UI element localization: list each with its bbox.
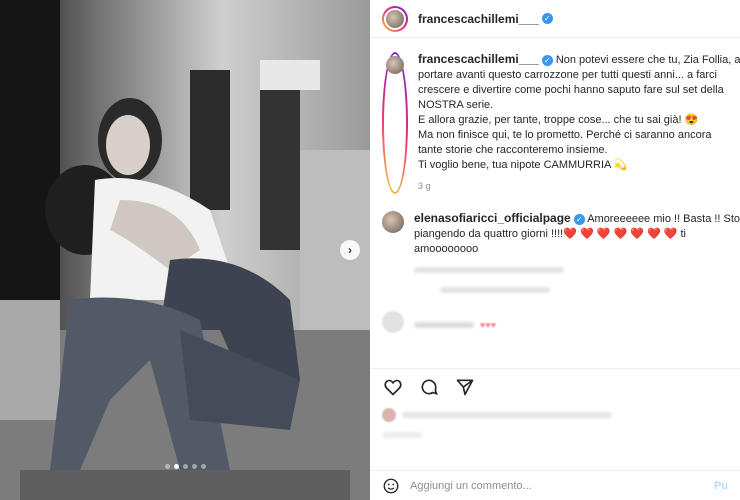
heart-icon <box>384 379 402 396</box>
blurred-view-replies[interactable] <box>440 287 550 293</box>
avatar[interactable] <box>382 211 404 233</box>
caption-timestamp: 3 g <box>418 181 431 191</box>
comment-username[interactable]: elenasofiaricci_officialpage <box>414 211 571 225</box>
caption-username[interactable]: francescachillemi___ <box>418 52 539 66</box>
post-header: francescachillemi___ ✓ <box>370 0 740 38</box>
caption-line: crescere e divertire come pochi hanno sa… <box>418 84 724 96</box>
comment-icon <box>421 378 438 395</box>
carousel-dot <box>164 464 170 469</box>
caption-line: NOSTRA serie. <box>418 99 494 111</box>
blurred-liked-by <box>402 412 612 418</box>
caption-line: portare avanti questo carrozzone per tut… <box>418 69 717 81</box>
caption-line: Ti voglio bene, tua nipote CAMMURRIA 💫 <box>418 159 628 171</box>
share-button[interactable] <box>454 376 476 398</box>
caption-line: Ma non finisce qui, te lo prometto. Perc… <box>418 129 712 141</box>
blurred-comment-item: ♥♥♥ <box>382 311 728 333</box>
smiley-icon[interactable] <box>382 477 400 495</box>
comment-button[interactable] <box>418 376 440 398</box>
next-slide-button[interactable]: › <box>340 240 360 260</box>
post-media[interactable]: › <box>0 0 370 500</box>
avatar <box>386 56 404 74</box>
comment-input[interactable] <box>410 479 714 492</box>
carousel-dot-active <box>173 464 179 469</box>
carousel-dots <box>0 464 370 469</box>
header-username[interactable]: francescachillemi___ <box>418 12 539 26</box>
share-icon <box>456 379 474 395</box>
caption-line: tante storie che racconteremo insieme. <box>418 144 608 156</box>
verified-badge-icon: ✓ <box>573 213 585 225</box>
comment-line: amoooooooo <box>414 243 479 255</box>
carousel-dot <box>182 464 188 469</box>
caption: francescachillemi___ ✓ Non potevi essere … <box>382 52 740 194</box>
comment-item: elenasofiaricci_officialpage ✓ Amoreeeeee… <box>382 211 740 293</box>
comments-section[interactable]: francescachillemi___ ✓ Non potevi essere … <box>370 38 740 368</box>
verified-badge-icon: ✓ <box>541 13 553 24</box>
caption-story-ring[interactable] <box>382 52 408 194</box>
comment-line: Amoreeeeee mio !! Basta !! Sto <box>587 213 740 225</box>
avatar <box>386 9 404 28</box>
caption-line: E allora grazie, per tante, troppe cose.… <box>418 114 699 126</box>
comment-line: piangendo da quattro giorni !!!!❤️ ❤️ ❤️… <box>414 228 686 240</box>
blurred-username <box>414 322 474 328</box>
story-ring[interactable] <box>382 5 408 32</box>
post-comment-button[interactable]: Pu <box>714 480 728 492</box>
carousel-dot <box>191 464 197 469</box>
liked-by-row[interactable] <box>382 408 728 438</box>
carousel-dot <box>200 464 206 469</box>
verified-badge-icon: ✓ <box>541 54 553 66</box>
avatar <box>382 311 404 333</box>
avatar <box>382 408 396 422</box>
heart-icon: ♥♥♥ <box>480 320 497 330</box>
like-button[interactable] <box>382 376 404 398</box>
chevron-right-icon: › <box>348 243 352 257</box>
blurred-date <box>382 432 422 438</box>
add-comment-bar: Pu <box>370 470 740 500</box>
post-side-panel: francescachillemi___ ✓ francescachillemi… <box>370 0 740 500</box>
caption-line: Non potevi essere che tu, Zia Follia, a <box>555 54 740 66</box>
post-photo <box>0 0 370 500</box>
blurred-comment-meta <box>414 267 564 273</box>
post-actions-bar <box>370 368 740 404</box>
